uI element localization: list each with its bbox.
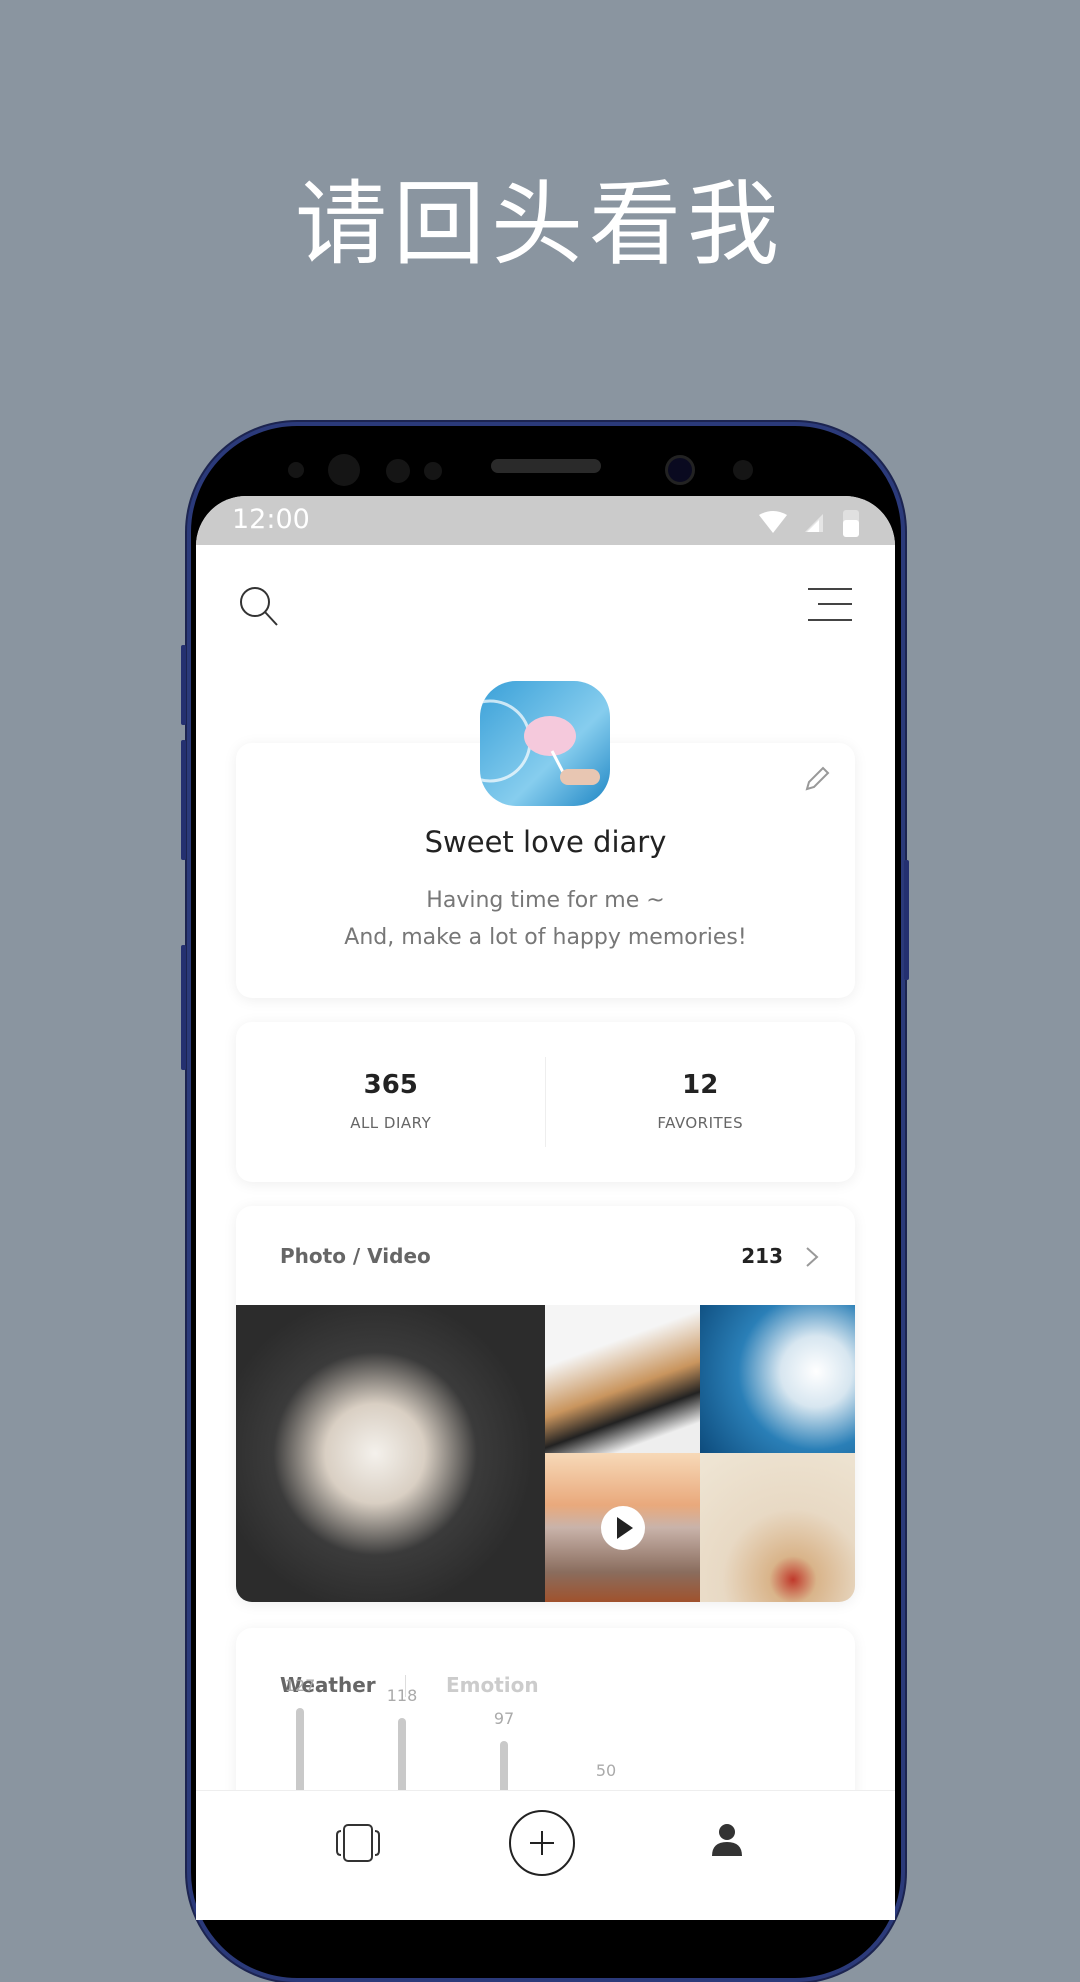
pencil-icon[interactable] bbox=[803, 765, 831, 793]
photo-clothes-hangers[interactable] bbox=[545, 1305, 700, 1453]
power-key bbox=[904, 860, 909, 980]
sensor-icon bbox=[386, 459, 410, 483]
app-content: Sweet love diary Having time for me ~ An… bbox=[196, 545, 895, 1920]
stat-favorites[interactable]: 12 FAVORITES bbox=[546, 1022, 856, 1182]
volume-key bbox=[181, 740, 186, 860]
profile-icon[interactable] bbox=[712, 1823, 742, 1857]
media-title: Photo / Video bbox=[280, 1244, 431, 1268]
volume-key bbox=[181, 645, 186, 725]
add-icon[interactable] bbox=[508, 1809, 576, 1877]
stat-value: 12 bbox=[682, 1070, 719, 1100]
media-count: 213 bbox=[741, 1244, 783, 1268]
media-card: Photo / Video 213 bbox=[236, 1206, 855, 1602]
cards-icon[interactable] bbox=[336, 1823, 380, 1863]
bixby-key bbox=[181, 945, 186, 1070]
stats-card: 365 ALL DIARY 12 FAVORITES bbox=[236, 1022, 855, 1182]
battery-icon bbox=[843, 510, 859, 537]
stat-all-diary[interactable]: 365 ALL DIARY bbox=[236, 1022, 546, 1182]
menu-icon[interactable] bbox=[808, 587, 852, 623]
avatar[interactable] bbox=[480, 681, 610, 806]
bar-value-label: 127 bbox=[284, 1676, 316, 1696]
headline: 请回头看我 bbox=[294, 171, 785, 278]
search-icon[interactable] bbox=[238, 585, 280, 627]
sensor-icon bbox=[288, 462, 304, 478]
bar-value-label: 118 bbox=[386, 1686, 418, 1706]
sensor-icon bbox=[733, 460, 753, 480]
front-camera-icon bbox=[665, 455, 695, 485]
status-time: 12:00 bbox=[232, 504, 310, 535]
status-bar: 12:00 bbox=[196, 496, 895, 545]
photo-sunset-sea-video[interactable] bbox=[545, 1453, 700, 1602]
profile-description-line1: Having time for me ~ bbox=[426, 888, 665, 913]
iris-camera-icon bbox=[328, 454, 360, 486]
wifi-icon bbox=[759, 511, 787, 533]
bottom-nav bbox=[196, 1790, 895, 1920]
earpiece-speaker bbox=[491, 459, 601, 473]
photo-gift-box[interactable] bbox=[700, 1453, 855, 1602]
profile-title: Sweet love diary bbox=[424, 825, 667, 859]
profile-description-line2: And, make a lot of happy memories! bbox=[344, 925, 747, 950]
stat-value: 365 bbox=[363, 1070, 418, 1100]
sensor-icon bbox=[424, 462, 442, 480]
chevron-right-icon[interactable] bbox=[805, 1246, 819, 1268]
phone-screen: 12:00 Sweet love diary Having time for m… bbox=[196, 496, 895, 1920]
bar-value-label: 97 bbox=[493, 1709, 515, 1729]
cotton-candy-photo bbox=[480, 699, 600, 785]
signal-icon bbox=[805, 514, 823, 532]
play-icon[interactable] bbox=[600, 1505, 646, 1551]
bar-value-label: 50 bbox=[595, 1761, 617, 1780]
photo-sky-clouds[interactable] bbox=[700, 1305, 855, 1453]
stat-label: FAVORITES bbox=[657, 1114, 744, 1132]
photo-cat[interactable] bbox=[236, 1305, 545, 1602]
stat-label: ALL DIARY bbox=[350, 1114, 432, 1132]
tab-emotion[interactable]: Emotion bbox=[446, 1673, 539, 1697]
